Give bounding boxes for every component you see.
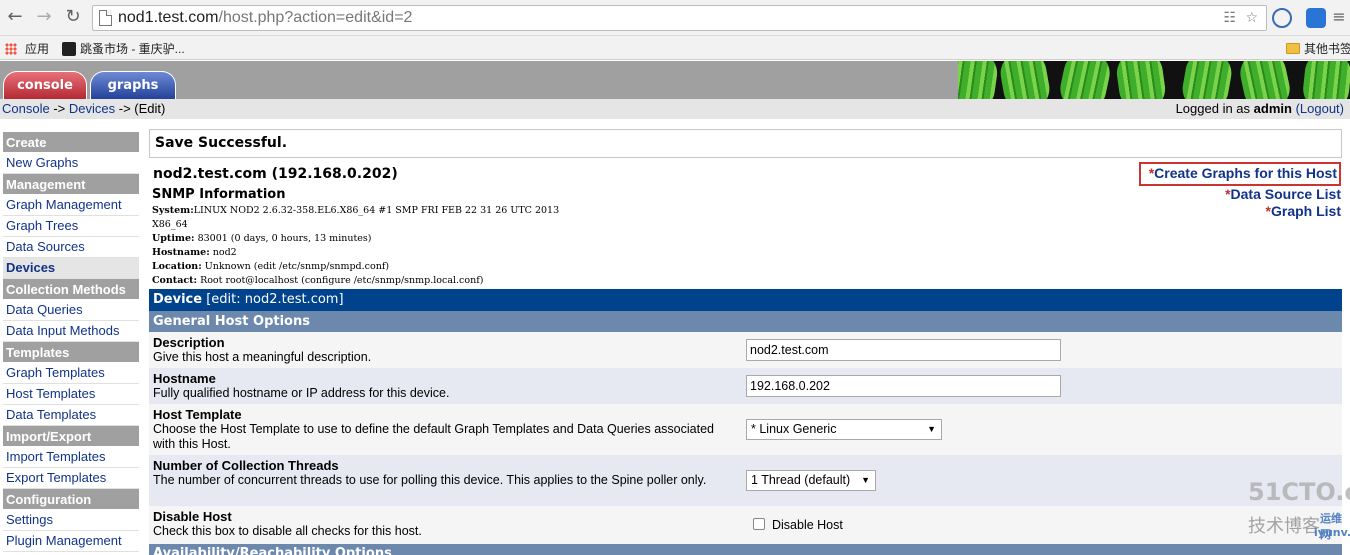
breadcrumb-bar: Console -> Devices -> (Edit) Logged in a…: [0, 99, 1350, 119]
forward-icon[interactable]: →: [33, 6, 55, 28]
chevron-down-icon: ▼: [861, 475, 870, 485]
threads-select[interactable]: 1 Thread (default) ▼: [746, 470, 876, 491]
bookmark-item[interactable]: 跳蚤市场 - 重庆驴...: [62, 40, 185, 57]
hostname-input[interactable]: 192.168.0.202: [746, 375, 1061, 397]
host-action-links: *Create Graphs for this Host *Data Sourc…: [1138, 162, 1341, 220]
snmp-location: Location: Unknown (edit /etc/snmp/snmpd.…: [152, 261, 390, 272]
bookmark-apps[interactable]: 应用: [5, 40, 49, 57]
back-icon[interactable]: ←: [4, 6, 26, 28]
sidebar-item-devices[interactable]: Devices: [3, 258, 139, 279]
sidebar-item-graph-management[interactable]: Graph Management: [3, 195, 139, 216]
tab-console[interactable]: console: [3, 71, 87, 99]
watermark: 51CTO.com 技术博客 运维网 iyunv.com: [1248, 478, 1350, 541]
data-source-list-link[interactable]: *Data Source List: [1139, 186, 1341, 203]
chevron-down-icon: ▼: [927, 424, 936, 434]
app-header: console graphs: [0, 61, 1350, 99]
nav-header-collection-methods: Collection Methods: [3, 279, 139, 300]
snmp-system-arch: X86_64: [152, 219, 188, 230]
folder-icon: [1286, 43, 1300, 54]
username: admin: [1253, 101, 1292, 116]
disable-host-checkbox[interactable]: [753, 518, 765, 530]
sidebar-item-data-templates[interactable]: Data Templates: [3, 405, 139, 426]
bookmark-other[interactable]: 其他书签: [1286, 40, 1350, 57]
sidebar-nav: Create New Graphs Management Graph Manag…: [3, 132, 139, 552]
bookmarks-bar: 应用 跳蚤市场 - 重庆驴... 其他书签: [0, 36, 1350, 60]
browser-toolbar: ← → ↻ nod1.test.com/host.php?action=edit…: [0, 0, 1350, 36]
url-text: nod1.test.com/host.php?action=edit&id=2: [118, 9, 413, 26]
breadcrumb: Console -> Devices -> (Edit): [2, 101, 166, 116]
snmp-info: SNMP Information System:LINUX NOD2 2.6.3…: [152, 187, 559, 288]
sidebar-item-data-input-methods[interactable]: Data Input Methods: [3, 321, 139, 342]
availability-options-header: Availability/Reachability Options: [149, 544, 1342, 555]
sidebar-item-data-sources[interactable]: Data Sources: [3, 237, 139, 258]
form-row-host-template: Host Template Choose the Host Template t…: [149, 404, 1342, 455]
nav-header-management: Management: [3, 174, 139, 195]
host-title: nod2.test.com (192.168.0.202): [153, 166, 398, 182]
apps-icon: [5, 43, 17, 55]
snmp-title: SNMP Information: [152, 187, 286, 202]
snmp-hostname: Hostname: nod2: [152, 247, 237, 258]
sidebar-item-graph-templates[interactable]: Graph Templates: [3, 363, 139, 384]
extension-icon[interactable]: [1272, 8, 1292, 28]
sidebar-item-export-templates[interactable]: Export Templates: [3, 468, 139, 489]
sidebar-item-graph-trees[interactable]: Graph Trees: [3, 216, 139, 237]
nav-header-create: Create: [3, 132, 139, 153]
breadcrumb-console[interactable]: Console: [2, 101, 50, 116]
nav-header-import-export: Import/Export: [3, 426, 139, 447]
nav-header-templates: Templates: [3, 342, 139, 363]
sidebar-item-data-queries[interactable]: Data Queries: [3, 300, 139, 321]
star-icon[interactable]: ☆: [1245, 10, 1258, 26]
graph-list-link[interactable]: *Graph List: [1139, 203, 1341, 220]
snmp-uptime: Uptime: 83001 (0 days, 0 hours, 13 minut…: [152, 233, 372, 244]
menu-icon[interactable]: ≡: [1328, 6, 1350, 28]
save-message: Save Successful.: [149, 129, 1342, 158]
snmp-contact: Contact: Root root@localhost (configure …: [152, 275, 484, 286]
form-row-hostname: Hostname Fully qualified hostname or IP …: [149, 368, 1342, 404]
reload-icon[interactable]: ↻: [62, 6, 84, 28]
form-row-threads: Number of Collection Threads The number …: [149, 455, 1342, 506]
host-template-select[interactable]: * Linux Generic ▼: [746, 419, 942, 440]
shield-icon[interactable]: [1306, 8, 1326, 28]
snmp-system: System:LINUX NOD2 2.6.32-358.EL6.X86_64 …: [152, 205, 560, 216]
login-info: Logged in as admin (Logout): [1175, 101, 1344, 116]
translate-icon[interactable]: ☷: [1223, 10, 1236, 26]
sidebar-item-new-graphs[interactable]: New Graphs: [3, 153, 139, 174]
sidebar-item-import-templates[interactable]: Import Templates: [3, 447, 139, 468]
sidebar-item-plugin-management[interactable]: Plugin Management: [3, 531, 139, 552]
page-icon: [99, 10, 112, 26]
disable-host-label[interactable]: Disable Host: [772, 518, 843, 532]
breadcrumb-devices[interactable]: Devices: [69, 101, 115, 116]
breadcrumb-current: (Edit): [134, 101, 166, 116]
nav-header-configuration: Configuration: [3, 489, 139, 510]
general-host-options-header: General Host Options: [149, 311, 1342, 332]
main-content: Save Successful. nod2.test.com (192.168.…: [149, 129, 1342, 555]
sidebar-item-settings[interactable]: Settings: [3, 510, 139, 531]
header-banner-art: [958, 61, 1350, 99]
form-row-disable-host: Disable Host Check this box to disable a…: [149, 506, 1342, 544]
logout-link[interactable]: (Logout): [1296, 101, 1344, 116]
create-graphs-link[interactable]: *Create Graphs for this Host: [1138, 162, 1341, 186]
address-bar[interactable]: nod1.test.com/host.php?action=edit&id=2 …: [92, 5, 1267, 31]
device-form-header: Device [edit: nod2.test.com]: [149, 289, 1342, 311]
form-row-description: Description Give this host a meaningful …: [149, 332, 1342, 368]
tab-graphs[interactable]: graphs: [90, 71, 176, 99]
description-input[interactable]: nod2.test.com: [746, 339, 1061, 361]
site-logo-icon: [62, 42, 76, 56]
sidebar-item-host-templates[interactable]: Host Templates: [3, 384, 139, 405]
